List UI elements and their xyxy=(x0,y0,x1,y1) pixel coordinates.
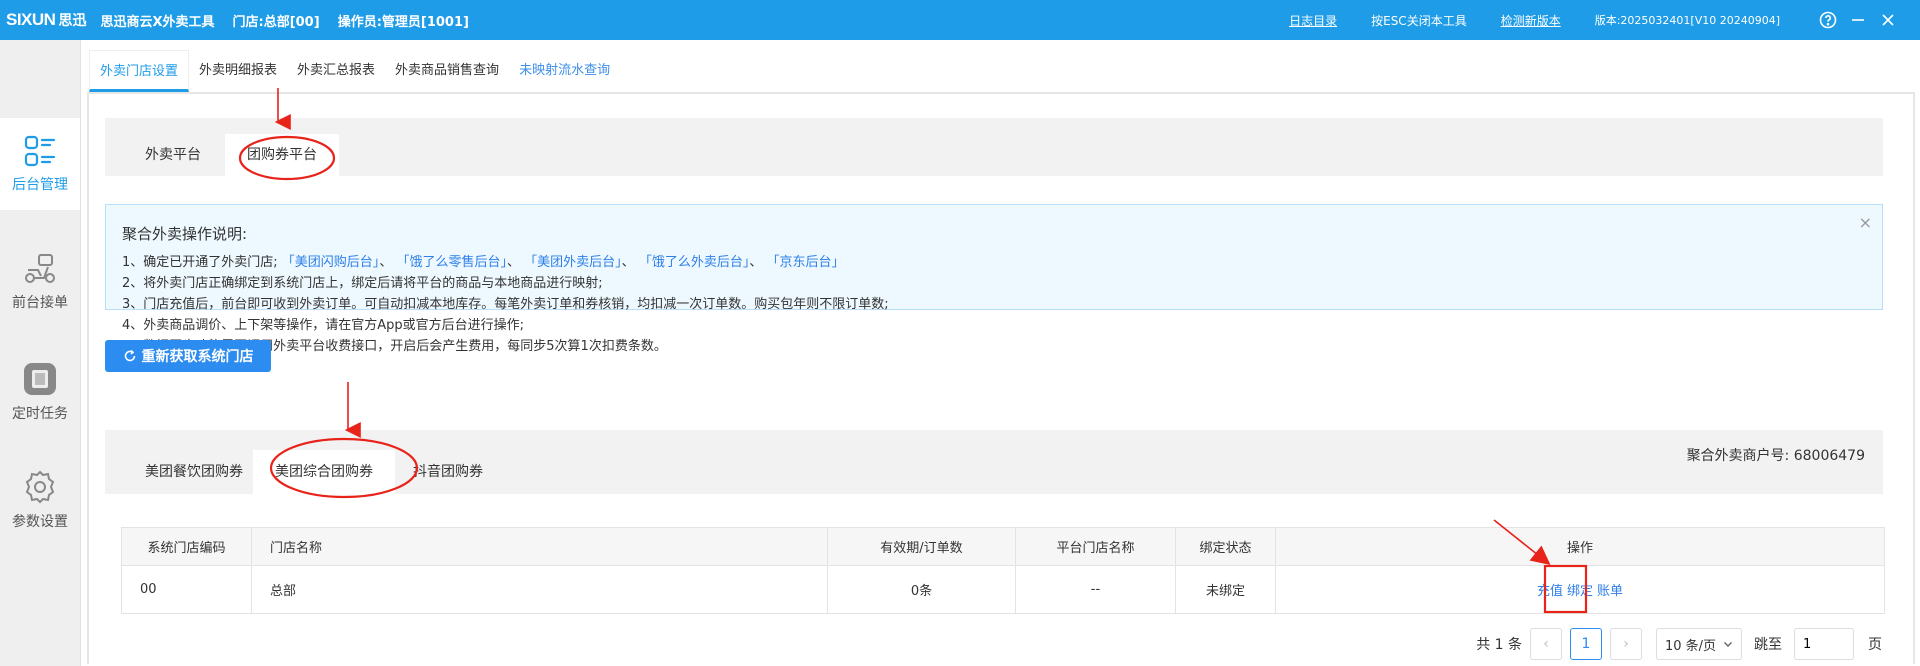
next-page-button[interactable]: › xyxy=(1610,628,1642,660)
title-bar: SIXUN 思迅 思迅商云X外卖工具 门店:总部[00] 操作员:管理员[100… xyxy=(0,0,1920,40)
version-label: 版本:2025032401[V10 20240904] xyxy=(1594,14,1780,27)
separator: 、 xyxy=(749,255,763,270)
page-suffix: 页 xyxy=(1868,637,1882,653)
top-tab-bar: 外卖门店设置 外卖明细报表 外卖汇总报表 外卖商品销售查询 未映射流水查询 xyxy=(89,50,620,92)
scooter-icon xyxy=(25,254,55,283)
instructions-notice: 聚合外卖操作说明: 1、确定已开通了外卖门店; 「美团闪购后台」、 「饿了么零售… xyxy=(105,204,1883,354)
sidebar-item-settings[interactable]: 参数设置 xyxy=(0,454,80,546)
help-icon xyxy=(1819,11,1837,29)
main-content: 外卖门店设置 外卖明细报表 外卖汇总报表 外卖商品销售查询 未映射流水查询 外卖… xyxy=(80,40,1920,666)
meituan-flash-link[interactable]: 「美团闪购后台」 xyxy=(282,255,380,270)
refresh-stores-button[interactable]: 重新获取系统门店 xyxy=(105,340,271,372)
cell-platform-store: -- xyxy=(1015,565,1176,614)
tab-takeout-platform[interactable]: 外卖平台 xyxy=(123,134,223,176)
notice-line-2: 2、将外卖门店正确绑定到系统门店上，绑定后请将平台的商品与本地商品进行映射; xyxy=(122,276,603,291)
header-operations: 操作 xyxy=(1275,527,1885,566)
header-validity-orders: 有效期/订单数 xyxy=(827,527,1016,566)
check-update-link[interactable]: 检测新版本 xyxy=(1501,12,1561,29)
sidebar-item-label: 前台接单 xyxy=(12,295,68,311)
sidebar-item-backend[interactable]: 后台管理 xyxy=(0,118,80,210)
header-bind-status: 绑定状态 xyxy=(1175,527,1276,566)
left-sidebar: 后台管理 前台接单 定时任务 参数设置 xyxy=(0,40,80,666)
refresh-icon xyxy=(124,349,135,362)
cell-store-code: 00 xyxy=(121,565,252,614)
sixun-logo: SIXUN xyxy=(6,10,56,29)
cell-store-name: 总部 xyxy=(251,565,828,614)
minimize-button[interactable] xyxy=(1844,0,1872,40)
platform-tab-bar: 外卖平台 团购券平台 xyxy=(105,118,1883,176)
meituan-takeout-link[interactable]: 「美团外卖后台」 xyxy=(524,255,622,270)
bill-link[interactable]: 账单 xyxy=(1597,584,1623,599)
sidebar-item-scheduled-tasks[interactable]: 定时任务 xyxy=(0,346,80,438)
prev-page-button[interactable]: ‹ xyxy=(1530,628,1562,660)
store-info: 门店:总部[00] xyxy=(232,14,320,30)
notice-line-3: 3、门店充值后，前台即可收到外卖订单。可自动扣减本地库存。每笔外卖订单和券核销，… xyxy=(122,297,889,312)
page-1-button[interactable]: 1 xyxy=(1570,628,1602,660)
notice-line-1-text: 1、确定已开通了外卖门店; xyxy=(122,255,278,270)
tab-summary-report[interactable]: 外卖汇总报表 xyxy=(287,50,385,92)
jd-backend-link[interactable]: 「京东后台」 xyxy=(766,255,844,270)
cell-operations: 充值 绑定 账单 xyxy=(1275,565,1885,614)
pagination: 共 1 条 ‹ 1 › 10 条/页 跳至 页 xyxy=(1476,627,1882,661)
app-name: 思迅商云X外卖工具 xyxy=(100,14,215,30)
sidebar-item-orders[interactable]: 前台接单 xyxy=(0,236,80,328)
sidebar-item-label: 参数设置 xyxy=(12,514,68,530)
notice-line-1: 1、确定已开通了外卖门店; 「美团闪购后台」、 「饿了么零售后台」、 「美团外卖… xyxy=(122,251,845,270)
operator-info: 操作员:管理员[1001] xyxy=(337,14,469,30)
esc-hint: 按ESC关闭本工具 xyxy=(1371,13,1467,28)
log-directory-link[interactable]: 日志目录 xyxy=(1289,12,1337,29)
header-platform-store: 平台门店名称 xyxy=(1015,527,1176,566)
separator: 、 xyxy=(379,255,393,270)
sidebar-item-label: 定时任务 xyxy=(12,406,68,422)
sidebar-item-label: 后台管理 xyxy=(12,177,68,193)
chevron-down-icon xyxy=(1724,642,1732,647)
merchant-id: 聚合外卖商户号: 68006479 xyxy=(1686,448,1865,464)
help-button[interactable] xyxy=(1814,0,1842,40)
refresh-stores-label: 重新获取系统门店 xyxy=(141,349,254,365)
table-row: 00 总部 0条 -- 未绑定 充值 绑定 账单 xyxy=(121,565,1885,614)
store-binding-table: 系统门店编码 门店名称 有效期/订单数 平台门店名称 绑定状态 操作 00 总部… xyxy=(121,527,1885,614)
recharge-link[interactable]: 充值 xyxy=(1537,584,1563,599)
cell-orders: 0条 xyxy=(827,565,1016,614)
header-store-code: 系统门店编码 xyxy=(121,527,252,566)
close-icon xyxy=(1882,14,1894,26)
header-store-name: 门店名称 xyxy=(251,527,828,566)
sixun-logo-cn: 思迅 xyxy=(58,13,87,29)
tab-douyin-coupon[interactable]: 抖音团购券 xyxy=(391,450,505,494)
page-size-value: 10 条/页 xyxy=(1665,638,1717,654)
close-button[interactable] xyxy=(1874,0,1902,40)
notice-close-icon[interactable]: × xyxy=(1859,213,1872,232)
list-grid-icon xyxy=(24,135,56,167)
separator: 、 xyxy=(621,255,635,270)
coupon-tab-bar: 美团餐饮团购券 美团综合团购券 抖音团购券 聚合外卖商户号: 68006479 xyxy=(105,430,1883,494)
tab-coupon-platform[interactable]: 团购券平台 xyxy=(225,134,339,176)
page-size-select[interactable]: 10 条/页 xyxy=(1656,628,1742,660)
tab-unmapped-query[interactable]: 未映射流水查询 xyxy=(509,50,620,92)
separator: 、 xyxy=(506,255,520,270)
eleme-retail-link[interactable]: 「饿了么零售后台」 xyxy=(396,255,507,270)
tab-detail-report[interactable]: 外卖明细报表 xyxy=(189,50,287,92)
notice-line-4: 4、外卖商品调价、上下架等操作，请在官方App或官方后台进行操作; xyxy=(122,318,525,333)
tab-product-sales[interactable]: 外卖商品销售查询 xyxy=(385,50,509,92)
tab-store-settings[interactable]: 外卖门店设置 xyxy=(89,50,190,92)
eleme-takeout-link[interactable]: 「饿了么外卖后台」 xyxy=(639,255,750,270)
timer-icon xyxy=(24,363,56,395)
total-count: 共 1 条 xyxy=(1476,637,1522,653)
tab-meituan-dining-coupon[interactable]: 美团餐饮团购券 xyxy=(123,450,265,494)
minimize-icon xyxy=(1852,19,1864,21)
tab-meituan-general-coupon[interactable]: 美团综合团购券 xyxy=(253,450,395,494)
notice-title: 聚合外卖操作说明: xyxy=(122,225,248,243)
jump-label: 跳至 xyxy=(1754,637,1782,653)
bind-link[interactable]: 绑定 xyxy=(1567,584,1593,599)
jump-page-input[interactable] xyxy=(1794,628,1854,660)
cell-bind-status: 未绑定 xyxy=(1175,565,1276,614)
gear-icon xyxy=(25,470,55,504)
